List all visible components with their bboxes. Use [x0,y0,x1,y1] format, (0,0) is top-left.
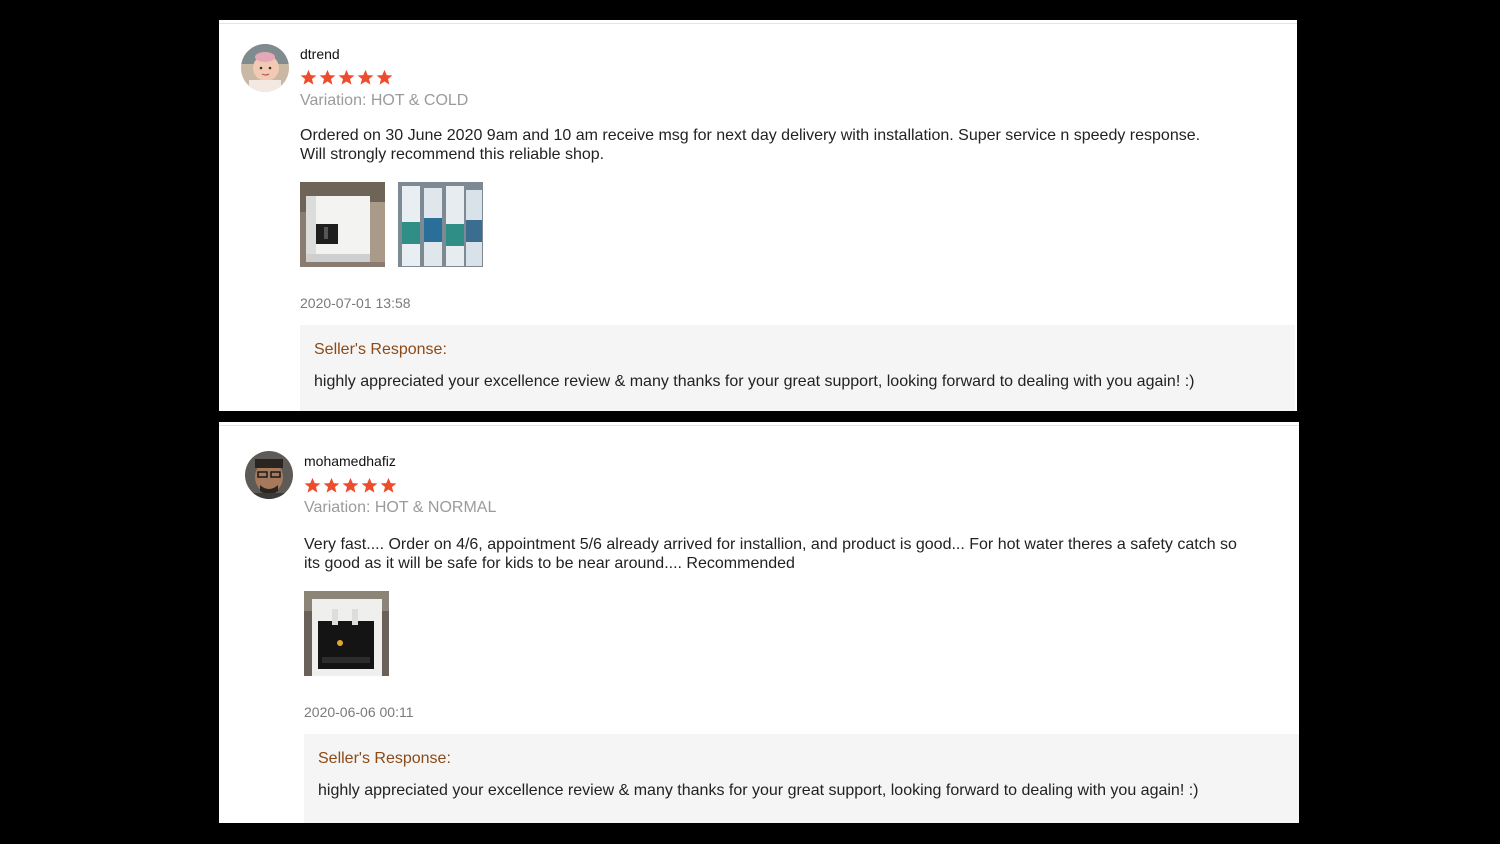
star-icon [304,477,321,493]
seller-response-text: highly appreciated your excellence revie… [318,782,1199,799]
review-photo[interactable] [300,182,385,267]
review-comment: Very fast.... Order on 4/6, appointment … [304,535,1294,573]
star-icon [380,477,397,493]
seller-response-text: highly appreciated your excellence revie… [314,373,1195,390]
variation-label: Variation: HOT & NORMAL [304,499,497,516]
star-icon [300,69,317,85]
divider [219,23,1297,24]
star-icon [323,477,340,493]
avatar[interactable] [245,451,293,499]
review-photo[interactable] [398,182,483,267]
username[interactable]: mohamedhafiz [304,453,396,469]
seller-response-label: Seller's Response: [318,750,451,767]
review-card: dtrend Variation: HOT & COLD Ordered on … [219,20,1297,411]
review-timestamp: 2020-07-01 13:58 [300,295,411,311]
review-comment: Ordered on 30 June 2020 9am and 10 am re… [300,126,1280,164]
seller-response-label: Seller's Response: [314,341,447,358]
avatar[interactable] [241,44,289,92]
review-photos [300,182,483,267]
comment-line: its good as it will be safe for kids to … [304,555,795,572]
star-icon [376,69,393,85]
star-icon [319,69,336,85]
star-icon [338,69,355,85]
divider [219,425,1299,426]
seller-response: Seller's Response: highly appreciated yo… [300,325,1295,411]
variation-label: Variation: HOT & COLD [300,92,469,109]
comment-line: Very fast.... Order on 4/6, appointment … [304,536,1237,553]
review-timestamp: 2020-06-06 00:11 [304,704,414,720]
star-icon [357,69,374,85]
seller-response: Seller's Response: highly appreciated yo… [304,734,1299,823]
review-card: mohamedhafiz Variation: HOT & NORMAL Ver… [219,422,1299,823]
comment-line: Ordered on 30 June 2020 9am and 10 am re… [300,127,1201,144]
username[interactable]: dtrend [300,46,340,62]
star-rating [300,69,393,86]
review-photos [304,591,389,676]
comment-line: Will strongly recommend this reliable sh… [300,146,605,163]
review-photo[interactable] [304,591,389,676]
star-icon [361,477,378,493]
star-icon [342,477,359,493]
star-rating [304,477,397,494]
